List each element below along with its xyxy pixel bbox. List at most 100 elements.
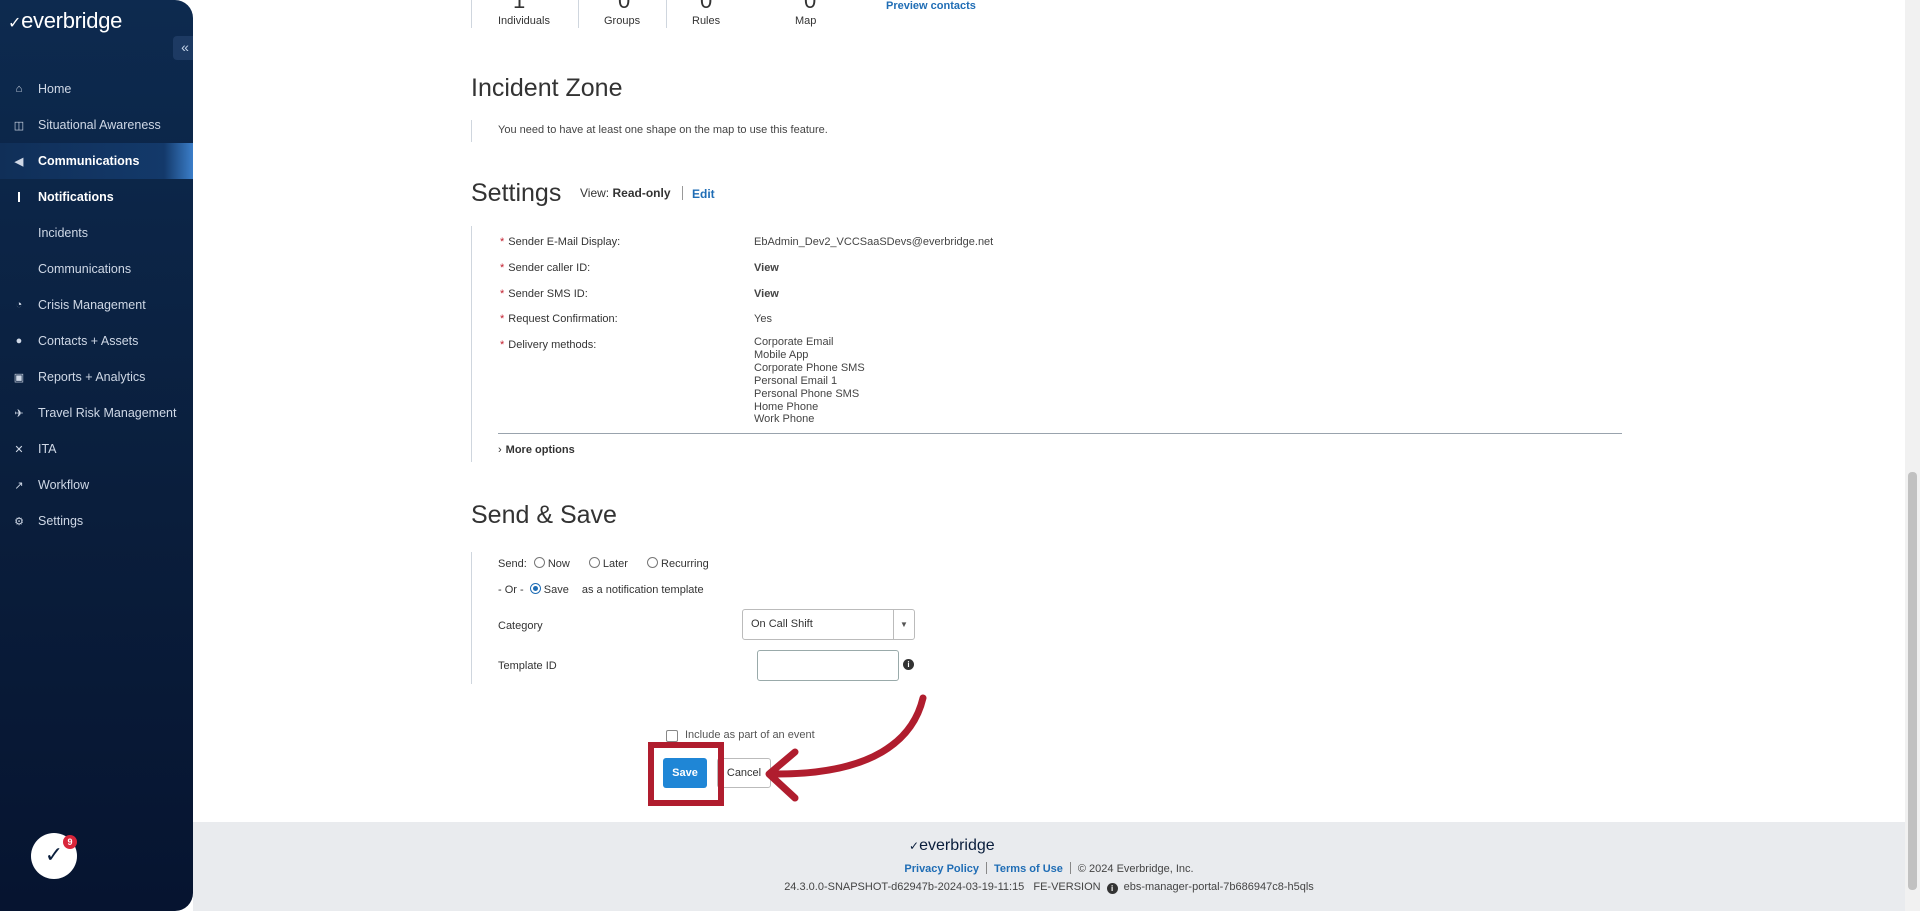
sms-id-view-link[interactable]: View — [754, 288, 779, 301]
sidebar-item-label: Situational Awareness — [38, 118, 161, 132]
stat-label-rules: Rules — [692, 15, 721, 27]
workflow-icon: ↗ — [14, 479, 24, 492]
settings-title: Settings — [471, 179, 562, 207]
sidebar-item-label: Contacts + Assets — [38, 334, 139, 348]
settings-edit-link[interactable]: Edit — [692, 187, 715, 201]
sidebar-item-label: Workflow — [38, 478, 90, 492]
caller-id-view-link[interactable]: View — [754, 262, 779, 275]
sidebar-item-label: Reports + Analytics — [38, 370, 146, 384]
sidebar-subitem-communications[interactable]: Communications — [0, 251, 193, 287]
individuals-count: 1 — [513, 0, 526, 13]
terms-of-use-link[interactable]: Terms of Use — [994, 863, 1063, 875]
send-now-radio[interactable]: Now — [533, 557, 570, 570]
sidebar-item-crisis-management[interactable]: ◔ Crisis Management — [0, 287, 193, 323]
everbridge-logo[interactable]: ✓everbridge — [8, 8, 122, 34]
sidebar-item-label: Settings — [38, 514, 84, 528]
location-pin-icon: ● — [15, 335, 23, 347]
sidebar-item-situational-awareness[interactable]: ◫ Situational Awareness — [0, 107, 193, 143]
chat-badge: 9 — [63, 835, 77, 849]
scrollbar-thumb[interactable] — [1908, 472, 1917, 890]
setting-value-sender-email: EbAdmin_Dev2_VCCSaaSDevs@everbridge.net — [754, 236, 994, 248]
more-options-toggle[interactable]: › More options — [498, 444, 575, 456]
include-event-checkbox[interactable] — [666, 730, 678, 742]
delivery-methods-list: Corporate Email Mobile App Corporate Pho… — [754, 336, 865, 426]
sidebar-item-label: Communications — [38, 154, 140, 168]
rules-count: 0 — [700, 0, 713, 13]
sidebar-item-reports-analytics[interactable]: ▣ Reports + Analytics — [0, 359, 193, 395]
save-template-radio[interactable]: Save — [529, 583, 569, 596]
divider — [471, 226, 472, 462]
setting-label-sms-id: * Sender SMS ID: — [500, 288, 588, 300]
groups-count: 0 — [618, 0, 631, 13]
divider — [471, 0, 472, 28]
delivery-method: Home Phone — [754, 400, 819, 413]
send-recurring-radio[interactable]: Recurring — [647, 557, 709, 570]
stat-label-groups: Groups — [604, 15, 641, 27]
copyright-text: © 2024 Everbridge, Inc. — [1077, 863, 1194, 875]
sidebar-item-home[interactable]: ⌂ Home — [0, 71, 193, 107]
setting-label-delivery-methods: * Delivery methods: — [500, 339, 597, 351]
sidebar-subitem-label: Notifications — [38, 190, 114, 204]
sidebar: ✓everbridge « ⌂ Home ◫ Situational Aware… — [0, 0, 197, 911]
sidebar-item-label: Travel Risk Management — [38, 406, 177, 420]
save-suffix-text: as a notification template — [581, 584, 704, 596]
delivery-method: Corporate Phone SMS — [754, 361, 865, 374]
template-id-label: Template ID — [498, 660, 557, 672]
fe-version-label: FE-VERSION — [1033, 881, 1101, 893]
stat-label-individuals: Individuals — [498, 15, 550, 27]
settings-divider — [498, 433, 1622, 434]
view-mode-value: Read-only — [612, 186, 671, 200]
template-id-input[interactable] — [757, 650, 899, 681]
megaphone-icon: ◀ — [14, 155, 24, 168]
sidebar-item-label: ITA — [38, 442, 57, 456]
sidebar-subitem-notifications[interactable]: Notifications — [0, 179, 193, 215]
sidebar-subitem-label: Incidents — [38, 226, 89, 240]
setting-value-request-confirmation: Yes — [754, 313, 772, 325]
setting-label-sender-email: * Sender E-Mail Display: — [500, 236, 621, 248]
delivery-method: Work Phone — [754, 413, 815, 426]
version-string: 24.3.0.0-SNAPSHOT-d62947b-2024-03-19-11:… — [784, 881, 1025, 893]
awareness-icon: ◫ — [13, 119, 25, 132]
map-count: 0 — [804, 0, 817, 13]
delivery-method: Personal Phone SMS — [754, 387, 860, 400]
sidebar-subitem-incidents[interactable]: Incidents — [0, 215, 193, 251]
divider — [471, 552, 472, 684]
send-later-radio[interactable]: Later — [588, 557, 628, 570]
info-icon[interactable]: i — [903, 659, 914, 670]
sidebar-item-contacts-assets[interactable]: ● Contacts + Assets — [0, 323, 193, 359]
category-select-value: On Call Shift — [751, 618, 813, 630]
report-icon: ▣ — [13, 371, 25, 384]
plane-icon: ✈ — [14, 407, 24, 420]
delivery-method: Mobile App — [754, 348, 809, 361]
divider — [682, 186, 683, 200]
home-icon: ⌂ — [15, 83, 23, 95]
footer-links: Privacy Policy Terms of Use © 2024 Everbri… — [193, 862, 1905, 875]
incident-zone-title: Incident Zone — [471, 74, 623, 102]
category-label: Category — [498, 620, 543, 632]
save-button[interactable]: Save — [663, 758, 707, 788]
category-select[interactable]: On Call Shift ▼ — [742, 609, 915, 640]
setting-label-request-confirmation: * Request Confirmation: — [500, 313, 618, 325]
delivery-method: Personal Email 1 — [754, 374, 838, 387]
sidebar-item-ita[interactable]: ✕ ITA — [0, 431, 193, 467]
sidebar-item-communications[interactable]: ◀ Communications — [0, 143, 193, 179]
sidebar-item-settings[interactable]: ⚙ Settings — [0, 503, 193, 539]
host-string: ebs-manager-portal-7b686947c8-h5qls — [1123, 881, 1314, 893]
divider — [666, 0, 667, 28]
gear-icon: ⚙ — [14, 515, 24, 528]
sidebar-item-workflow[interactable]: ↗ Workflow — [0, 467, 193, 503]
send-save-title: Send & Save — [471, 501, 617, 529]
footer: ✓everbridge Privacy Policy Terms of Use © … — [193, 822, 1905, 911]
view-label: View: — [580, 186, 610, 200]
preview-contacts-link[interactable]: Preview contacts — [886, 0, 976, 12]
crisis-icon: ◔ — [15, 299, 23, 311]
chat-icon: ✓ — [44, 842, 64, 867]
setting-label-caller-id: * Sender caller ID: — [500, 262, 591, 274]
chevron-right-icon: › — [498, 444, 502, 456]
chevron-down-icon[interactable]: ▼ — [893, 610, 914, 639]
privacy-policy-link[interactable]: Privacy Policy — [904, 863, 979, 875]
sidebar-item-travel-risk-management[interactable]: ✈ Travel Risk Management — [0, 395, 193, 431]
info-icon[interactable]: i — [1106, 883, 1118, 894]
sidebar-subitem-label: Communications — [38, 262, 132, 276]
incident-zone-note: You need to have at least one shape on t… — [498, 124, 828, 136]
